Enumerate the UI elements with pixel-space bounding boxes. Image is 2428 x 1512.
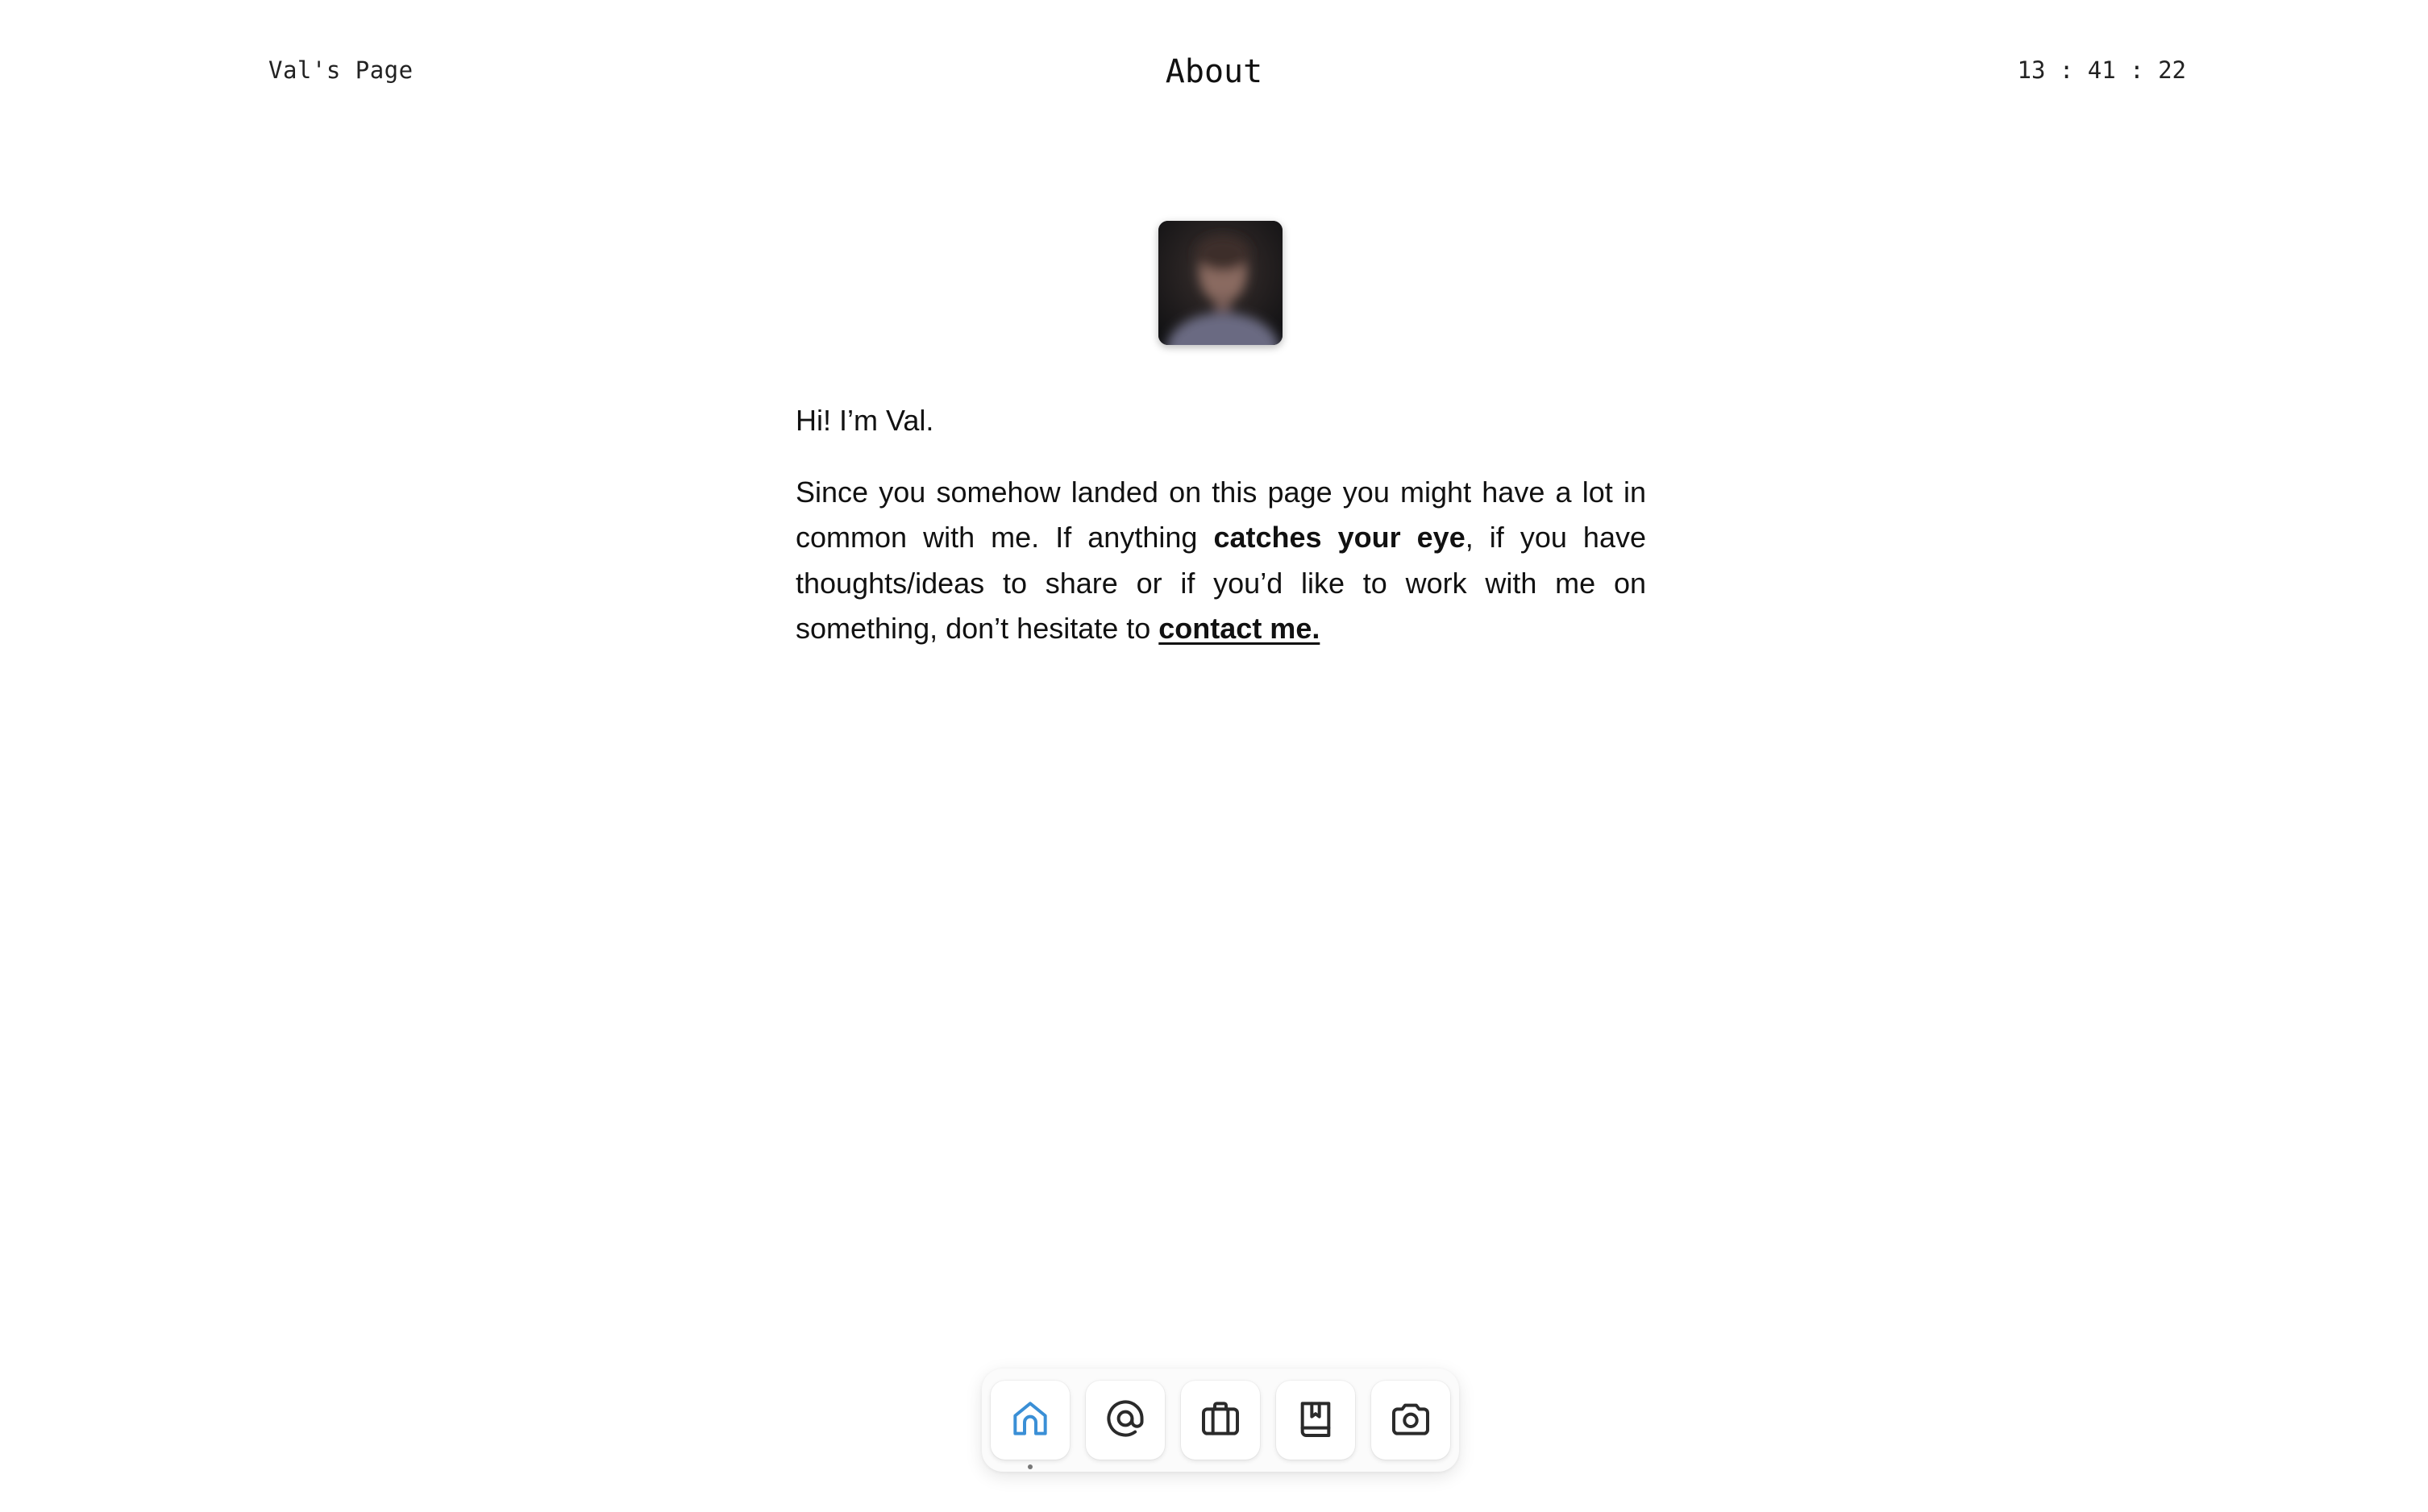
bottom-dock	[982, 1369, 1459, 1472]
dock-item-reading[interactable]	[1276, 1381, 1355, 1460]
dock-item-photos[interactable]	[1371, 1381, 1450, 1460]
highlight-text: catches your eye	[1213, 521, 1466, 554]
clock-display: 13 : 41 : 22	[2017, 56, 2186, 84]
briefcase-icon	[1198, 1396, 1243, 1445]
dock-item-home[interactable]	[991, 1381, 1070, 1469]
bookmark-book-icon	[1293, 1396, 1338, 1445]
contact-link[interactable]: contact me.	[1158, 612, 1320, 645]
about-section: Hi! I’m Val. Since you somehow landed on…	[796, 398, 1646, 652]
intro-paragraph: Since you somehow landed on this page yo…	[796, 470, 1646, 652]
dock-item-work[interactable]	[1181, 1381, 1260, 1460]
active-indicator	[1028, 1464, 1033, 1469]
home-icon	[1008, 1396, 1053, 1445]
profile-photo	[1158, 221, 1283, 345]
camera-icon	[1388, 1396, 1433, 1445]
greeting: Hi! I’m Val.	[796, 404, 934, 437]
at-sign-icon	[1103, 1396, 1148, 1445]
dock-item-contact[interactable]	[1086, 1381, 1165, 1460]
